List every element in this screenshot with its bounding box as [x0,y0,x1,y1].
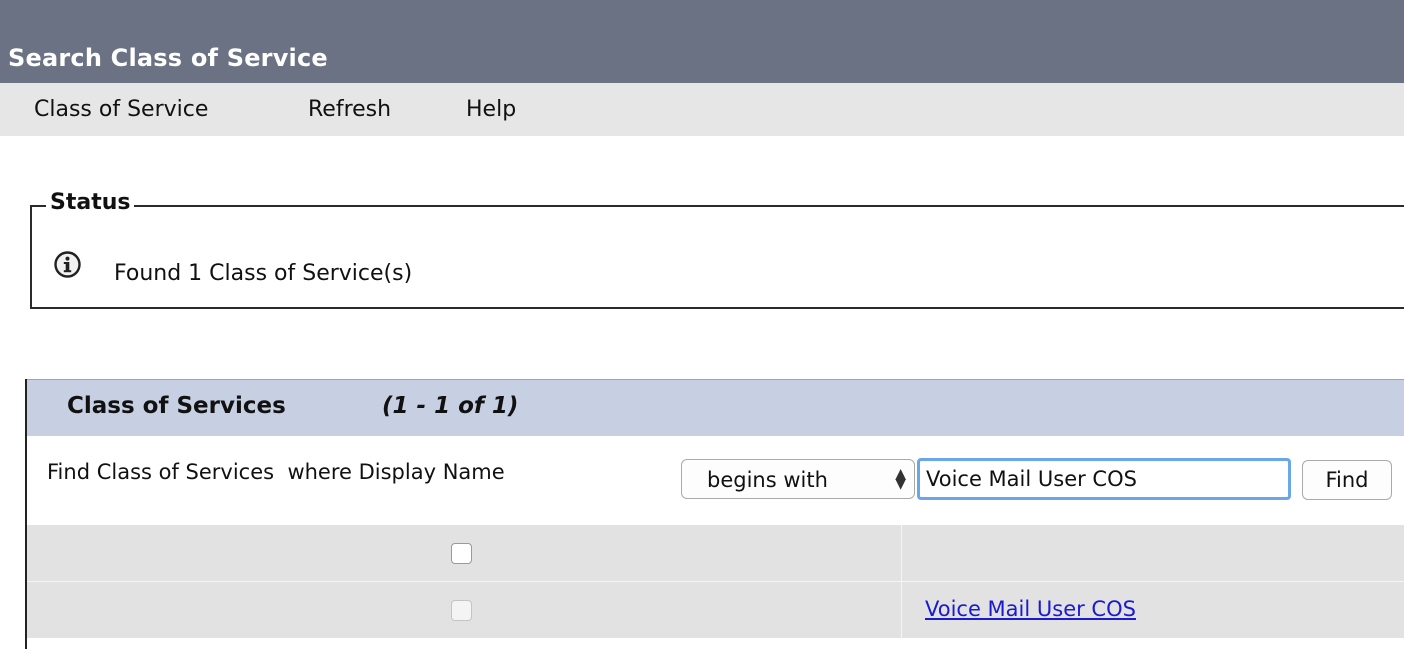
info-icon [54,251,81,278]
search-input[interactable] [917,458,1291,500]
status-legend: Status [46,190,135,215]
row-checkbox[interactable] [451,600,472,621]
table-row: Voice Mail User COS [27,582,1404,638]
select-all-checkbox[interactable] [451,543,472,564]
table-row [27,525,1404,582]
menu-class-of-service[interactable]: Class of Service [34,97,208,122]
results-count: (1 - 1 of 1) [382,393,519,419]
menu-bar: Class of Service Refresh Help [0,83,1404,136]
menu-refresh[interactable]: Refresh [308,97,391,122]
find-label: Find Class of Services where Display Nam… [47,460,505,484]
status-panel [30,205,1404,309]
operator-select[interactable]: begins with ▲ ▼ [681,459,915,499]
results-panel: Class of Services (1 - 1 of 1) Find Clas… [25,379,1404,649]
page-title: Search Class of Service [8,44,328,72]
results-header: Class of Services (1 - 1 of 1) [27,379,1404,437]
results-title: Class of Services [67,393,286,419]
select-arrows-icon: ▲ ▼ [895,466,906,492]
title-bar: Search Class of Service [0,0,1404,83]
cos-name-link[interactable]: Voice Mail User COS [925,597,1136,621]
column-divider [901,582,902,638]
column-divider [901,525,902,581]
status-message: Found 1 Class of Service(s) [114,261,413,286]
menu-help[interactable]: Help [466,97,516,122]
operator-value: begins with [707,468,828,492]
find-button[interactable]: Find [1302,460,1392,500]
find-row: Find Class of Services where Display Nam… [27,436,1404,524]
